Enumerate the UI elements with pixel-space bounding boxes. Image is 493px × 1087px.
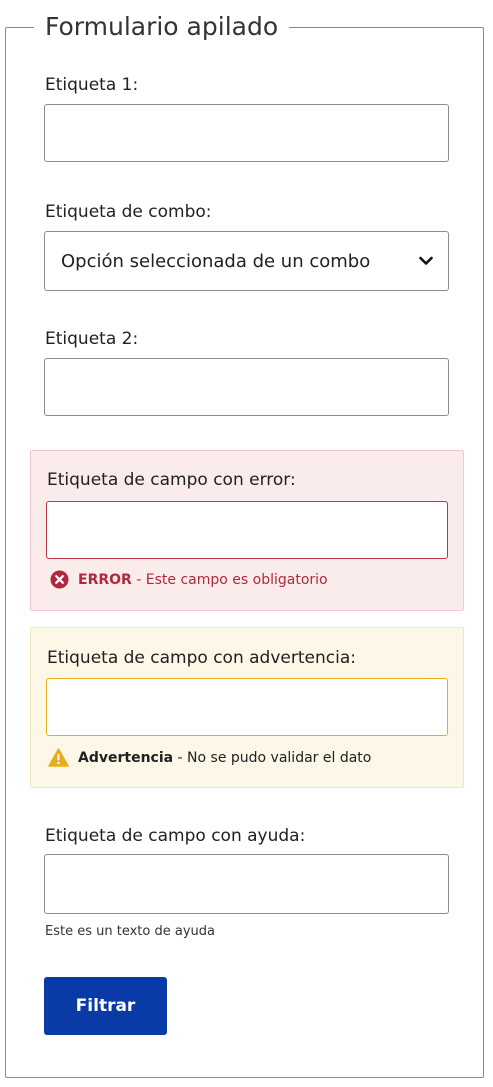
error-field-label: Etiqueta de campo con error: bbox=[47, 470, 296, 490]
error-field-input[interactable] bbox=[46, 501, 448, 559]
field1-label: Etiqueta 1: bbox=[45, 75, 139, 95]
error-message-text: - Este campo es obligatorio bbox=[131, 571, 328, 588]
chevron-down-icon bbox=[418, 253, 434, 269]
error-circle-icon bbox=[50, 570, 69, 589]
form-title: Formulario apilado bbox=[45, 12, 279, 41]
error-message: ERROR - Este campo es obligatorio bbox=[50, 570, 328, 589]
field2-label: Etiqueta 2: bbox=[45, 329, 139, 349]
warning-field-label: Etiqueta de campo con advertencia: bbox=[47, 648, 356, 668]
help-field-input[interactable] bbox=[44, 854, 449, 914]
combo-selected-value: Opción seleccionada de un combo bbox=[61, 250, 371, 272]
warning-message-text: - No se pudo validar el dato bbox=[173, 749, 372, 766]
field1-input[interactable] bbox=[44, 104, 449, 162]
warning-message: Advertencia - No se pudo validar el dato bbox=[48, 748, 371, 767]
filter-button[interactable]: Filtrar bbox=[44, 977, 167, 1035]
warning-field-input[interactable] bbox=[46, 678, 448, 736]
warning-message-strong: Advertencia bbox=[78, 749, 174, 766]
help-text: Este es un texto de ayuda bbox=[45, 924, 215, 939]
combo-select[interactable]: Opción seleccionada de un combo bbox=[44, 231, 449, 291]
field2-input[interactable] bbox=[44, 358, 449, 416]
warning-triangle-icon bbox=[48, 748, 69, 767]
help-field-label: Etiqueta de campo con ayuda: bbox=[45, 826, 306, 846]
error-message-strong: ERROR bbox=[78, 571, 132, 588]
combo-label: Etiqueta de combo: bbox=[45, 202, 212, 222]
